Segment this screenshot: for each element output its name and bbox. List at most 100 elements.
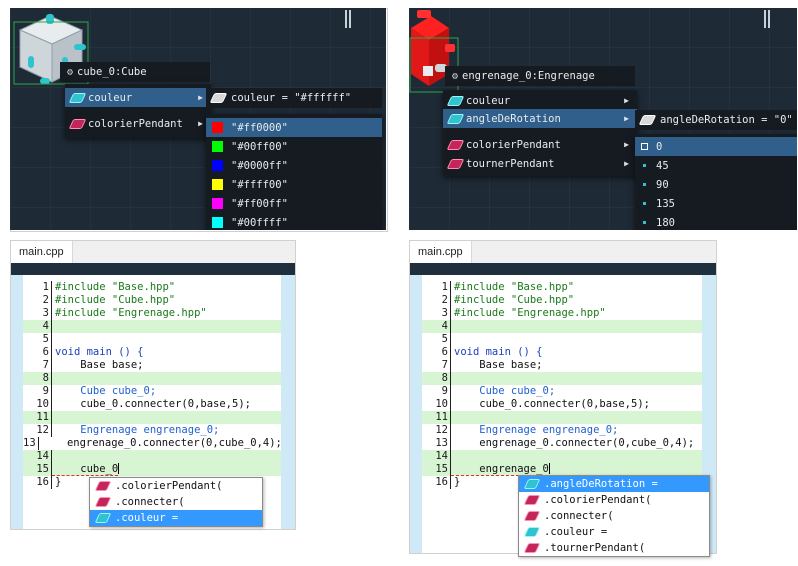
code-line: 12 Engrenage engrenage_0; [23, 424, 281, 437]
completion-item-selected[interactable]: .couleur = [90, 510, 262, 526]
tab-underline [11, 263, 295, 275]
code-line: 3 #include "Engrenage.hpp" [422, 307, 702, 320]
menu-item-colorierpendant[interactable]: colorierPendant ▶ [443, 135, 637, 154]
chevron-right-icon: ▶ [624, 96, 629, 105]
scroll-marker [349, 10, 351, 28]
color-option[interactable]: "#ff0000" [206, 118, 382, 137]
submenu-header: couleur = "#ffffff" [206, 88, 382, 108]
completion-item[interactable]: .connecter( [519, 508, 709, 524]
angle-option[interactable]: 135 [635, 194, 797, 213]
completion-item-selected[interactable]: .angleDeRotation = [519, 476, 709, 492]
magenta-gem-icon [94, 481, 112, 491]
angle-option[interactable]: 90 [635, 175, 797, 194]
menu-item-couleur[interactable]: couleur ▶ [443, 91, 637, 110]
selected-marker-icon [641, 143, 648, 150]
tab-main-cpp[interactable]: main.cpp [11, 241, 73, 263]
color-option[interactable]: "#00ffff" [206, 213, 382, 230]
context-menu-title: engrenage_0:Engrenage [462, 70, 595, 82]
chevron-right-icon: ▶ [198, 93, 203, 102]
color-option[interactable]: "#ffff00" [206, 175, 382, 194]
color-swatch [212, 122, 223, 133]
bullet-icon [643, 183, 646, 186]
code-line: 13 engrenage_0.connecter(0,cube_0,4); [23, 437, 282, 450]
left-margin [410, 275, 422, 553]
code-line: 4 [23, 320, 281, 333]
cyan-gem-icon [446, 95, 465, 106]
left-margin [11, 275, 23, 529]
completion-item[interactable]: .connecter( [90, 494, 262, 510]
menu-item-colorierpendant[interactable]: colorierPendant ▶ [65, 114, 211, 133]
code-line: 8 [422, 372, 702, 385]
code-line: 9 Cube cube_0; [422, 385, 702, 398]
text-cursor [118, 463, 120, 474]
bullet-icon [643, 164, 646, 167]
chevron-right-icon: ▶ [624, 159, 629, 168]
angle-option[interactable]: 0 [635, 137, 797, 156]
autocomplete-popup: .colorierPendant( .connecter( .couleur = [89, 477, 263, 527]
scrollbar-track[interactable] [281, 275, 295, 529]
submenu-header: angleDeRotation = "0" [635, 110, 797, 130]
completion-item[interactable]: .colorierPendant( [519, 492, 709, 508]
color-swatch [212, 217, 223, 228]
viewport-top-left[interactable]: ⚙ cube_0:Cube couleur ▶ colorierPendant … [10, 8, 386, 230]
scroll-marker [345, 10, 347, 28]
code-line: 8 [23, 372, 281, 385]
color-swatch [212, 179, 223, 190]
chevron-right-icon: ▶ [198, 119, 203, 128]
color-submenu: "#ff0000" "#00ff00" "#0000ff" "#ffff00" … [206, 114, 382, 230]
submenu-title: angleDeRotation = "0" [660, 114, 793, 126]
color-option[interactable]: "#00ff00" [206, 137, 382, 156]
tab-underline [410, 263, 716, 275]
submenu-title: couleur = "#ffffff" [231, 92, 352, 104]
code-line: 11 [23, 411, 281, 424]
magenta-gem-icon [94, 497, 112, 507]
menu-item-angle-de-rotation[interactable]: angleDeRotation ▶ [443, 109, 637, 128]
code-line: 10 cube_0.connecter(0,base,5); [422, 398, 702, 411]
magenta-gem-icon [446, 158, 465, 169]
color-option[interactable]: "#ff00ff" [206, 194, 382, 213]
chevron-right-icon: ▶ [624, 140, 629, 149]
magenta-gem-icon [523, 511, 541, 521]
cyan-gem-icon [446, 113, 465, 124]
menu-item-couleur[interactable]: couleur ▶ [65, 88, 211, 107]
angle-option[interactable]: 45 [635, 156, 797, 175]
code-line: 11 [422, 411, 702, 424]
code-line: 2 #include "Cube.hpp" [422, 294, 702, 307]
text-cursor [548, 463, 550, 474]
color-swatch [212, 141, 223, 152]
context-menu-header: ⚙ engrenage_0:Engrenage [445, 66, 635, 86]
code-editor-right: main.cpp 1 #include "Base.hpp" 2 #include … [409, 240, 717, 557]
angle-submenu: 0 45 90 135 180 [635, 134, 797, 230]
object-icon: ⚙ [452, 70, 459, 82]
code-line: 3 #include "Engrenage.hpp" [23, 307, 281, 320]
code-editor-left: main.cpp 1 #include "Base.hpp" 2 #include … [10, 240, 296, 530]
code-line: 14 [23, 450, 281, 463]
code-line: 12 Engrenage engrenage_0; [422, 424, 702, 437]
tab-main-cpp[interactable]: main.cpp [410, 241, 472, 263]
code-line: 5 [422, 333, 702, 346]
code-line: 9 Cube cube_0; [23, 385, 281, 398]
code-line: 6 void main () { [422, 346, 702, 359]
magenta-gem-icon [446, 139, 465, 150]
completion-item[interactable]: .tournerPendant( [519, 540, 709, 556]
cyan-gem-icon [523, 479, 541, 489]
angle-option[interactable]: 180 [635, 213, 797, 230]
color-option[interactable]: "#0000ff" [206, 156, 382, 175]
context-menu: couleur ▶ angleDeRotation ▶ colorierPend… [443, 90, 637, 176]
color-swatch [212, 198, 223, 209]
magenta-gem-icon [68, 118, 87, 129]
code-line: 10 cube_0.connecter(0,base,5); [23, 398, 281, 411]
menu-item-tournerpendant[interactable]: tournerPendant ▶ [443, 154, 637, 173]
code-line: 6 void main () { [23, 346, 281, 359]
chevron-right-icon: ▶ [624, 114, 629, 123]
code-line: 14 [422, 450, 702, 463]
tab-bar: main.cpp [410, 241, 716, 263]
code-line: 5 [23, 333, 281, 346]
code-line: 7 Base base; [23, 359, 281, 372]
completion-item[interactable]: .colorierPendant( [90, 478, 262, 494]
magenta-gem-icon [523, 543, 541, 553]
code-line-current: 15 cube_0 [23, 463, 281, 476]
viewport-top-right[interactable]: ⚙ engrenage_0:Engrenage couleur ▶ angleD… [409, 8, 797, 230]
completion-item[interactable]: .couleur = [519, 524, 709, 540]
property-gem-icon [638, 115, 657, 125]
